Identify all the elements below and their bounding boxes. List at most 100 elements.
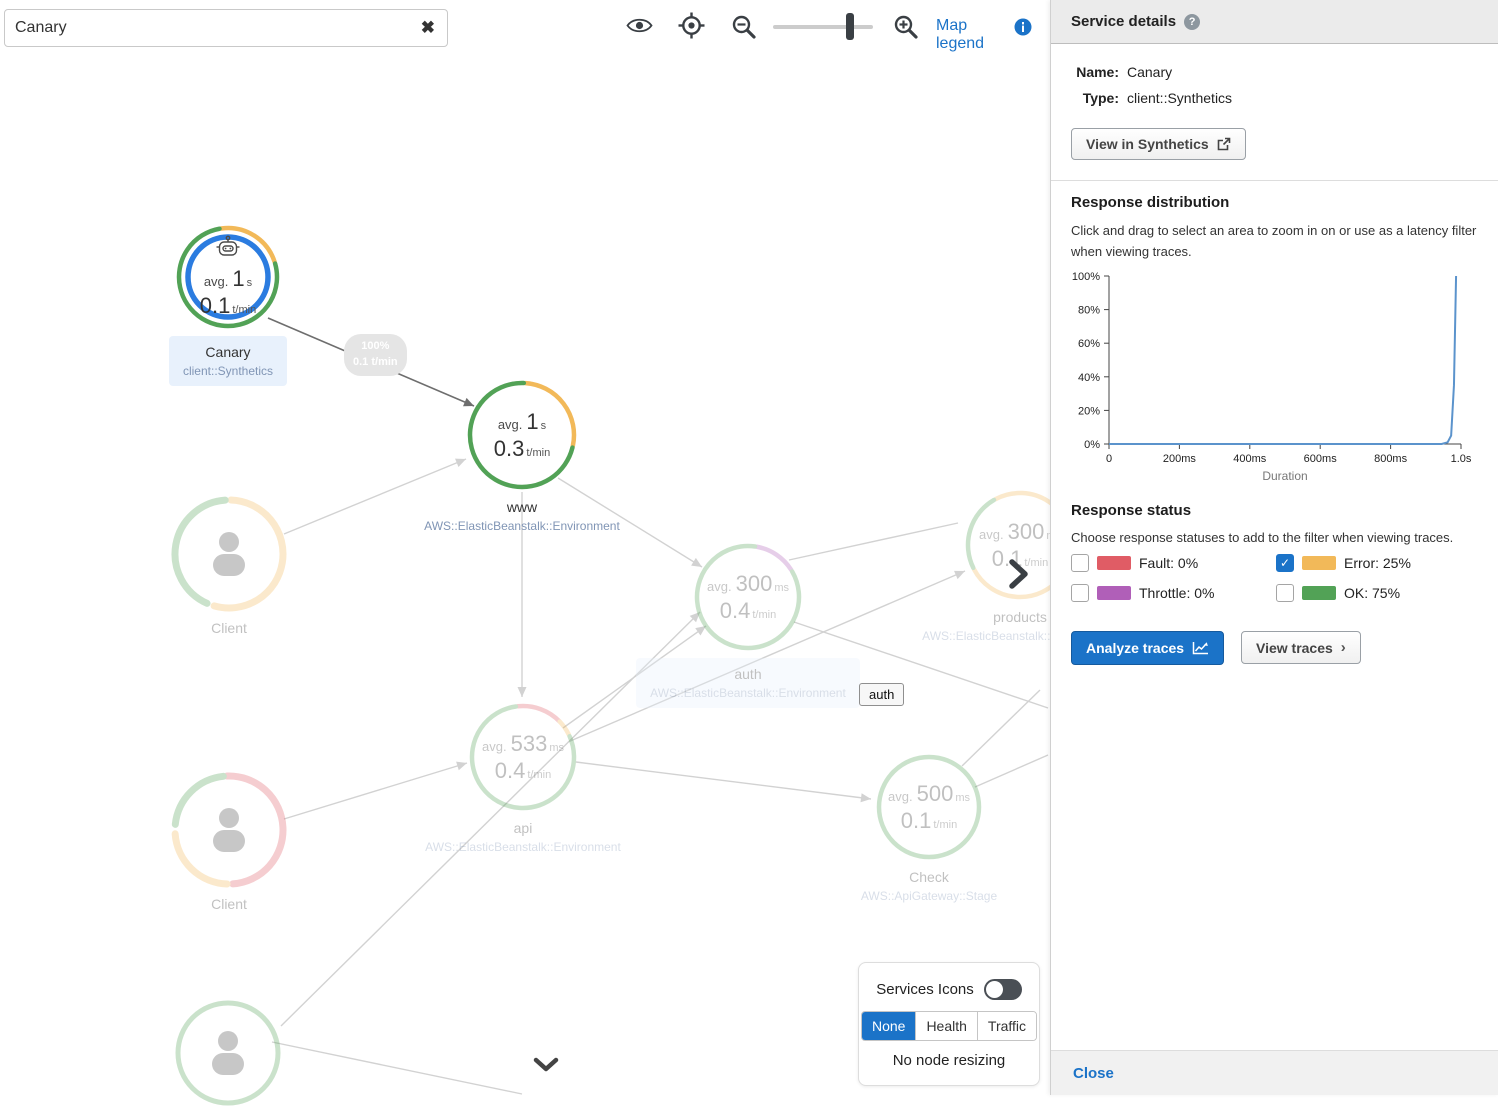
node-avg-latency: avg.1s bbox=[204, 265, 252, 293]
svg-text:20%: 20% bbox=[1078, 405, 1100, 417]
person-icon bbox=[199, 1022, 257, 1084]
node-hover-tooltip: auth bbox=[859, 683, 904, 706]
node-auth[interactable]: avg.300ms0.4t/min bbox=[689, 538, 807, 656]
status-option-fault[interactable]: Fault: 0% bbox=[1071, 554, 1276, 572]
node-www[interactable]: avg.1s0.3t/min bbox=[462, 375, 582, 495]
svg-text:400ms: 400ms bbox=[1233, 453, 1267, 465]
node-avg-latency: avg.533ms bbox=[482, 730, 564, 758]
node-label-client-2: Client bbox=[79, 894, 379, 914]
help-icon[interactable]: ? bbox=[1184, 14, 1200, 30]
status-option-error[interactable]: ✓Error: 25% bbox=[1276, 554, 1411, 572]
node-canary[interactable]: avg.1s0.1t/min bbox=[171, 220, 285, 334]
node-client-1[interactable] bbox=[167, 492, 291, 616]
node-search-box: ✖ bbox=[4, 9, 448, 47]
node-label-client-1: Client bbox=[79, 618, 379, 638]
node-label-api: apiAWS::ElasticBeanstalk::Environment bbox=[373, 818, 673, 856]
status-option-ok[interactable]: OK: 75% bbox=[1276, 584, 1411, 602]
svg-text:200ms: 200ms bbox=[1163, 453, 1197, 465]
service-name-value: Canary bbox=[1127, 64, 1172, 80]
close-link[interactable]: Close bbox=[1073, 1065, 1114, 1082]
node-api[interactable]: avg.533ms0.4t/min bbox=[464, 698, 582, 816]
svg-text:600ms: 600ms bbox=[1304, 453, 1338, 465]
status-color-swatch bbox=[1302, 556, 1336, 570]
svg-text:0: 0 bbox=[1106, 453, 1112, 465]
view-in-synthetics-button[interactable]: View in Synthetics bbox=[1071, 128, 1246, 160]
view-traces-button[interactable]: View traces › bbox=[1241, 631, 1361, 664]
status-color-swatch bbox=[1097, 556, 1131, 570]
response-status-title: Response status bbox=[1071, 502, 1191, 519]
eye-icon[interactable] bbox=[626, 16, 653, 38]
node-traffic-rate: 0.1t/min bbox=[200, 292, 256, 320]
node-check[interactable]: avg.500ms0.1t/min bbox=[871, 749, 987, 865]
search-input[interactable] bbox=[5, 19, 409, 37]
svg-text:100%: 100% bbox=[1072, 271, 1100, 283]
mode-button-none[interactable]: None bbox=[862, 1012, 916, 1040]
person-icon bbox=[200, 523, 258, 585]
status-color-swatch bbox=[1302, 586, 1336, 600]
zoom-slider-handle[interactable] bbox=[846, 13, 854, 40]
node-client-3[interactable] bbox=[170, 995, 286, 1111]
node-client-2[interactable] bbox=[167, 768, 291, 892]
svg-text:0%: 0% bbox=[1084, 439, 1100, 451]
node-avg-latency: avg.1s bbox=[498, 408, 546, 436]
panel-footer: Close bbox=[1051, 1050, 1498, 1095]
node-traffic-rate: 0.3t/min bbox=[494, 435, 550, 463]
node-traffic-rate: 0.4t/min bbox=[720, 597, 776, 625]
chevron-down-icon[interactable] bbox=[532, 1056, 560, 1077]
node-avg-latency: avg.300ms bbox=[707, 570, 789, 598]
map-legend-link[interactable]: Map legend bbox=[936, 17, 984, 53]
svg-text:1.0s: 1.0s bbox=[1451, 453, 1472, 465]
panel-title: Service details bbox=[1071, 13, 1176, 30]
response-status-description: Choose response statuses to add to the f… bbox=[1071, 527, 1483, 548]
node-traffic-rate: 0.1t/min bbox=[901, 807, 957, 835]
checkbox[interactable] bbox=[1071, 584, 1089, 602]
zoom-slider-track[interactable] bbox=[773, 25, 873, 29]
service-name-row: Name:Canary bbox=[1071, 64, 1172, 80]
divider bbox=[1051, 180, 1498, 181]
svg-text:800ms: 800ms bbox=[1374, 453, 1408, 465]
response-status-options: Fault: 0%✓Error: 25%Throttle: 0%OK: 75% bbox=[1071, 554, 1411, 602]
service-type-row: Type:client::Synthetics bbox=[1071, 90, 1232, 106]
response-distribution-chart[interactable]: 100% 80% 60% 40% 20% 0% 0 200ms 400ms 600ms 800ms 1… bbox=[1063, 262, 1487, 489]
chevron-right-icon[interactable] bbox=[1005, 557, 1031, 594]
services-icons-label: Services Icons bbox=[876, 981, 974, 998]
service-details-panel: Service details ? Name:Canary Type:clien… bbox=[1050, 0, 1498, 1095]
zoom-in-icon[interactable] bbox=[893, 14, 919, 43]
external-link-icon bbox=[1217, 137, 1231, 151]
checkbox[interactable] bbox=[1276, 584, 1294, 602]
recenter-target-icon[interactable] bbox=[677, 11, 706, 43]
analyze-traces-button[interactable]: Analyze traces bbox=[1071, 631, 1224, 665]
mode-button-traffic[interactable]: Traffic bbox=[978, 1012, 1036, 1040]
response-distribution-description: Click and drag to select an area to zoom… bbox=[1071, 220, 1483, 263]
clear-search-icon[interactable]: ✖ bbox=[409, 18, 447, 38]
edge-traffic-badge: 100% 0.1 t/min bbox=[344, 334, 407, 376]
svg-text:80%: 80% bbox=[1078, 305, 1100, 317]
svg-text:60%: 60% bbox=[1078, 338, 1100, 350]
node-sizing-mode-group: NoneHealthTraffic bbox=[861, 1011, 1037, 1041]
node-avg-latency: avg.500ms bbox=[888, 780, 970, 808]
response-distribution-title: Response distribution bbox=[1071, 194, 1229, 211]
node-label-canary: Canaryclient::Synthetics bbox=[78, 336, 378, 386]
svg-text:Duration: Duration bbox=[1262, 469, 1307, 483]
chart-icon bbox=[1192, 641, 1209, 655]
checkbox[interactable]: ✓ bbox=[1276, 554, 1294, 572]
chevron-right-small-icon: › bbox=[1341, 639, 1346, 656]
svg-text:40%: 40% bbox=[1078, 372, 1100, 384]
status-option-throttle[interactable]: Throttle: 0% bbox=[1071, 584, 1276, 602]
services-icons-toggle[interactable] bbox=[984, 979, 1022, 1000]
person-icon bbox=[200, 799, 258, 861]
status-color-swatch bbox=[1097, 586, 1131, 600]
robot-icon bbox=[215, 235, 241, 265]
node-avg-latency: avg.300ms bbox=[979, 518, 1061, 546]
node-label-www: wwwAWS::ElasticBeanstalk::Environment bbox=[372, 497, 672, 535]
node-label-auth: authAWS::ElasticBeanstalk::Environment bbox=[598, 658, 898, 708]
mode-button-health[interactable]: Health bbox=[916, 1012, 977, 1040]
info-icon[interactable] bbox=[1014, 18, 1032, 41]
node-resizing-note: No node resizing bbox=[893, 1052, 1006, 1069]
checkbox[interactable] bbox=[1071, 554, 1089, 572]
service-type-value: client::Synthetics bbox=[1127, 90, 1232, 106]
node-traffic-rate: 0.4t/min bbox=[495, 757, 551, 785]
node-label-check: CheckAWS::ApiGateway::Stage bbox=[779, 867, 1079, 905]
zoom-out-icon[interactable] bbox=[731, 14, 757, 43]
map-display-controls: Services Icons NoneHealthTraffic No node… bbox=[858, 962, 1040, 1086]
